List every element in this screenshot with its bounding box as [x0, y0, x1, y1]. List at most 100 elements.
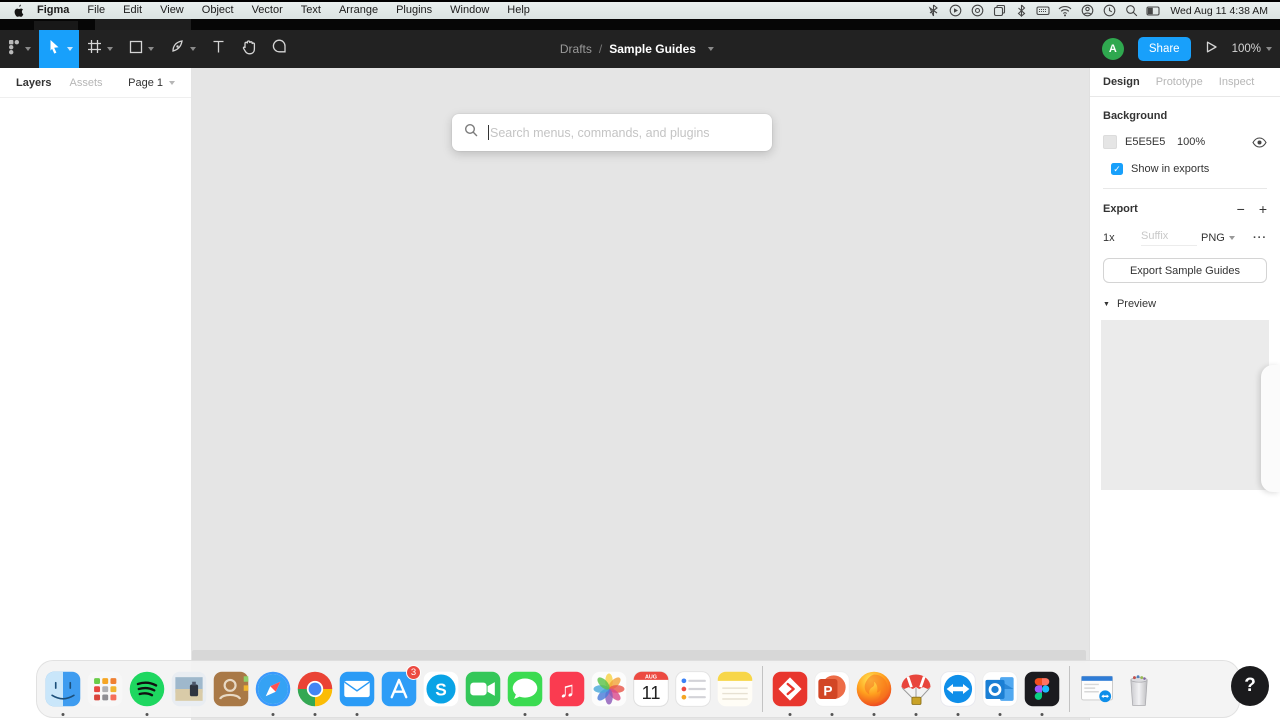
menubar-item-figma[interactable]: Figma	[28, 2, 78, 19]
hand-tool-button[interactable]	[233, 30, 264, 68]
shape-tool-button[interactable]	[121, 30, 162, 68]
dock-powerpoint-icon[interactable]: P	[812, 667, 852, 716]
status-playcircle-icon[interactable]	[944, 3, 966, 18]
dock-firefox-icon[interactable]	[854, 667, 894, 716]
page-selector[interactable]: Page 1	[128, 77, 175, 89]
status-keyboard-icon[interactable]	[1032, 3, 1054, 18]
chevron-down-icon	[148, 47, 154, 51]
dock-appstore-icon[interactable]: 3	[379, 665, 421, 711]
menubar-item-plugins[interactable]: Plugins	[387, 2, 441, 19]
menubar-item-text[interactable]: Text	[292, 2, 330, 19]
chevron-down-icon[interactable]	[707, 47, 714, 51]
dock-calendar-icon[interactable]: AUG 11	[631, 667, 671, 711]
status-search-icon[interactable]	[1120, 3, 1142, 18]
vertical-scrollbar[interactable]	[1261, 365, 1280, 492]
status-wifi-icon[interactable]	[1054, 3, 1076, 18]
menubar-item-edit[interactable]: Edit	[114, 2, 151, 19]
quick-actions-search[interactable]: Search menus, commands, and plugins	[452, 114, 772, 151]
dock-separator	[762, 666, 763, 712]
tab-design[interactable]: Design	[1103, 76, 1140, 88]
export-scale-dropdown[interactable]: 1x	[1103, 232, 1141, 244]
dock-mail-icon[interactable]	[337, 667, 377, 716]
dock-launchpad-icon[interactable]	[85, 667, 125, 711]
dock-safari-icon[interactable]	[253, 667, 293, 716]
status-usercircle-icon[interactable]	[1076, 3, 1098, 18]
tab-assets[interactable]: Assets	[69, 77, 102, 89]
dock-chrome-icon[interactable]	[295, 667, 335, 716]
zoom-control[interactable]: 100%	[1232, 43, 1272, 55]
text-tool-button[interactable]	[204, 30, 233, 68]
status-qcircle-icon[interactable]	[966, 3, 988, 18]
opacity-field[interactable]: 100%	[1177, 136, 1217, 148]
status-bluetooth-icon[interactable]	[1010, 3, 1032, 18]
menubar-item-help[interactable]: Help	[498, 2, 539, 19]
dock-notes-icon[interactable]	[715, 667, 755, 711]
add-export-button[interactable]: +	[1259, 201, 1267, 217]
dock-minimized-window-icon[interactable]	[1077, 667, 1117, 711]
move-tool-button[interactable]	[39, 30, 79, 68]
search-icon	[464, 123, 478, 142]
menubar-clock[interactable]: Wed Aug 11 4:38 AM	[1166, 5, 1272, 17]
menubar-item-window[interactable]: Window	[441, 2, 498, 19]
visibility-eye-icon[interactable]	[1252, 136, 1267, 148]
file-title[interactable]: Sample Guides	[609, 42, 696, 56]
dock-skype-icon[interactable]: S	[421, 667, 461, 711]
status-clock-icon[interactable]	[1098, 3, 1120, 18]
remove-export-button[interactable]: −	[1237, 201, 1245, 217]
apple-logo-icon[interactable]	[8, 4, 28, 18]
pen-tool-button[interactable]	[162, 30, 204, 68]
color-hex-field[interactable]: E5E5E5	[1125, 136, 1177, 148]
status-zipper-icon[interactable]	[922, 3, 944, 18]
dock-pdfexpert-icon[interactable]	[770, 667, 810, 716]
dock-contacts-icon[interactable]	[211, 667, 251, 711]
dock-photos-icon[interactable]	[589, 667, 629, 711]
status-display-icon[interactable]	[1142, 3, 1164, 18]
dock-outlook-icon[interactable]	[980, 667, 1020, 716]
tab-prototype[interactable]: Prototype	[1156, 76, 1203, 88]
main-menu-button[interactable]	[0, 30, 39, 68]
dock-music-icon[interactable]: ♫	[547, 667, 587, 716]
comment-icon	[272, 39, 287, 59]
tab-inspect[interactable]: Inspect	[1219, 76, 1254, 88]
breadcrumb-location[interactable]: Drafts	[560, 42, 592, 56]
layers-panel: Layers Assets Page 1	[0, 68, 192, 720]
present-icon[interactable]	[1205, 40, 1218, 59]
menubar-item-arrange[interactable]: Arrange	[330, 2, 387, 19]
dock-facetime-icon[interactable]	[463, 667, 503, 711]
export-suffix-input[interactable]: Suffix	[1141, 230, 1197, 246]
move-icon	[46, 38, 62, 60]
dock-reminders-icon[interactable]	[673, 667, 713, 711]
export-more-button[interactable]: ···	[1253, 232, 1267, 244]
dock-installer-icon[interactable]	[896, 667, 936, 716]
status-copywin-icon[interactable]	[988, 3, 1010, 18]
checkbox-checked[interactable]: ✓	[1111, 163, 1123, 175]
dock-trash-icon[interactable]	[1119, 667, 1159, 711]
frame-icon	[87, 39, 102, 59]
export-section-title: Export	[1103, 203, 1138, 215]
canvas[interactable]: Search menus, commands, and plugins	[192, 68, 1089, 720]
export-button[interactable]: Export Sample Guides	[1103, 258, 1267, 283]
background-section: Background E5E5E5 100% ✓ Show in exports	[1090, 110, 1280, 189]
avatar[interactable]: A	[1101, 38, 1124, 60]
menubar-item-object[interactable]: Object	[193, 2, 243, 19]
share-button[interactable]: Share	[1137, 37, 1191, 61]
tab-layers[interactable]: Layers	[16, 77, 51, 89]
export-format-dropdown[interactable]: PNG	[1201, 232, 1235, 244]
search-input[interactable]: Search menus, commands, and plugins	[490, 126, 710, 140]
dock-spotify-icon[interactable]	[127, 667, 167, 716]
svg-text:♫: ♫	[559, 677, 575, 702]
color-swatch[interactable]	[1103, 135, 1117, 149]
svg-text:11: 11	[642, 683, 661, 703]
preview-header[interactable]: ▼ Preview	[1103, 298, 1267, 310]
menubar-item-file[interactable]: File	[78, 2, 114, 19]
menubar-item-view[interactable]: View	[151, 2, 193, 19]
help-button[interactable]: ?	[1231, 666, 1269, 706]
dock-figma-icon[interactable]	[1022, 667, 1062, 716]
dock-preview-icon[interactable]	[169, 667, 209, 711]
comment-tool-button[interactable]	[264, 30, 295, 68]
menubar-item-vector[interactable]: Vector	[243, 2, 292, 19]
dock-teamviewer-icon[interactable]	[938, 667, 978, 716]
dock-messages-icon[interactable]	[505, 667, 545, 716]
frame-tool-button[interactable]	[79, 30, 121, 68]
dock-finder-icon[interactable]	[43, 667, 83, 716]
